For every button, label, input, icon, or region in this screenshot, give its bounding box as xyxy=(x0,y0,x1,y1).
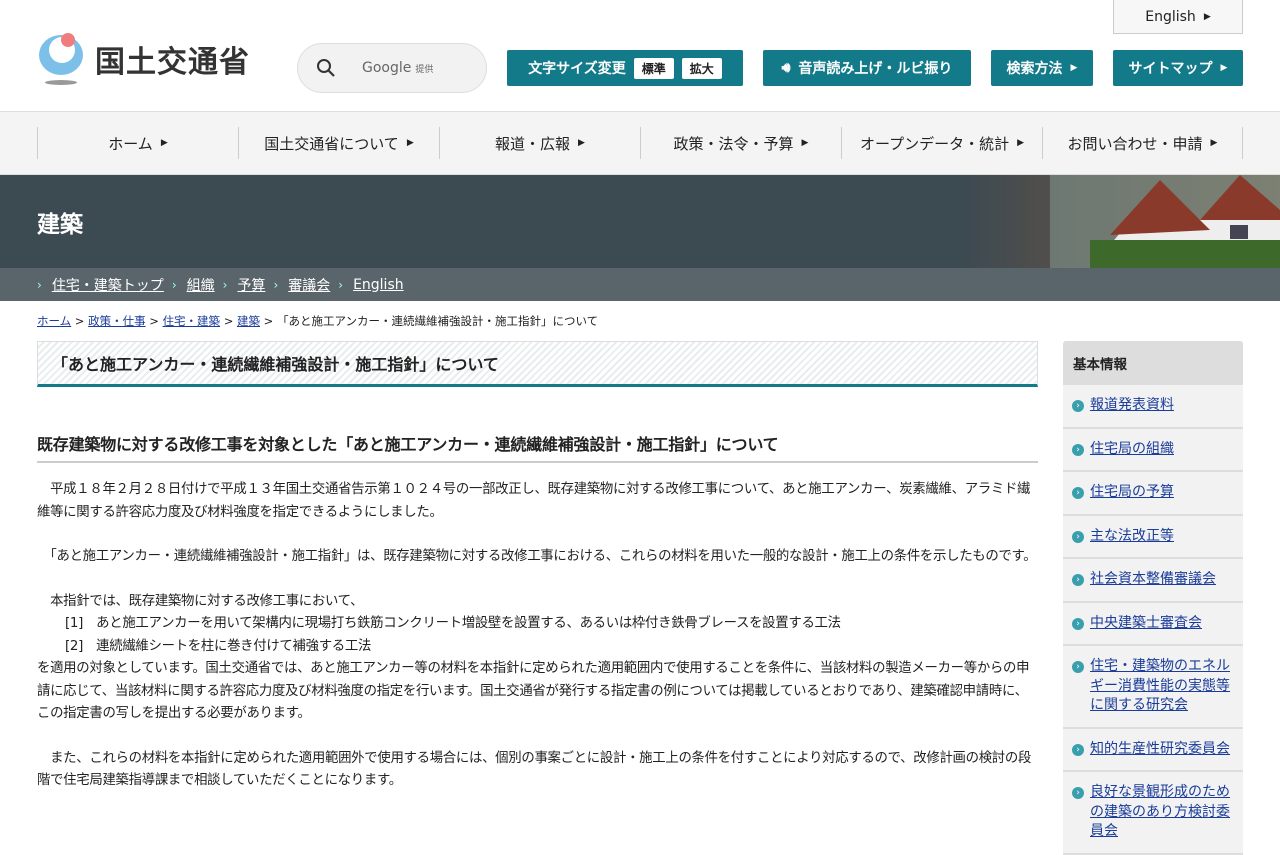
global-nav: ホーム ▶ 国土交通省について ▶ 報道・広報 ▶ 政策・法令・予算 ▶ オープンデータ… xyxy=(0,111,1280,175)
triangle-right-icon: ▶ xyxy=(406,138,414,148)
english-label: English xyxy=(1145,8,1196,25)
sitemap-button[interactable]: サイトマップ ▶ xyxy=(1113,50,1243,86)
chevron-circle-icon: › xyxy=(1072,443,1084,456)
nav-about[interactable]: 国土交通省について ▶ xyxy=(238,127,439,159)
triangle-right-icon: ▶ xyxy=(1203,11,1211,22)
section-banner: 建築 xyxy=(0,175,1280,268)
page-title: 「あと施工アンカー・連続繊維補強設計・施工指針」について xyxy=(37,341,1038,387)
voice-label: 音声読み上げ・ルビ振り xyxy=(798,61,953,77)
font-size-label: 文字サイズ変更 xyxy=(528,61,626,77)
sub-nav: › 住宅・建築トップ › 組織 › 予算 › 審議会 › English xyxy=(0,268,1280,301)
triangle-right-icon: ▶ xyxy=(1017,138,1025,148)
sidebar-item[interactable]: › 報道発表資料 xyxy=(1063,385,1243,429)
font-standard-button[interactable]: 標準 xyxy=(633,57,674,79)
subnav-council[interactable]: 審議会 xyxy=(288,275,330,295)
sidebar: 基本情報 › 報道発表資料 › 住宅局の組織 › 住宅局の予算 › 主な法改正等 › 社会… xyxy=(1063,341,1243,855)
sidebar-link[interactable]: 知的生産性研究委員会 xyxy=(1090,740,1230,760)
sidebar-link[interactable]: 住宅局の予算 xyxy=(1090,483,1174,503)
paragraph: また、これらの材料を本指針に定められた適用範囲外で使用する場合には、個別の事案ご… xyxy=(37,750,1032,789)
triangle-right-icon: ▶ xyxy=(1220,63,1228,73)
nav-contact[interactable]: お問い合わせ・申請 ▶ xyxy=(1042,127,1243,159)
sidebar-item[interactable]: › 住宅局の予算 xyxy=(1063,472,1243,516)
sidebar-link[interactable]: 良好な景観形成のための建築のあり方検討委員会 xyxy=(1090,783,1233,842)
triangle-right-icon: ▶ xyxy=(1210,138,1218,148)
breadcrumb-current: 「あと施工アンカー・連続繊維補強設計・施工指針」について xyxy=(276,314,599,328)
chevron-circle-icon: › xyxy=(1072,743,1084,756)
chevron-right-icon: › xyxy=(338,277,344,292)
sidebar-link[interactable]: 主な法改正等 xyxy=(1090,527,1174,547)
search-method-button[interactable]: 検索方法 ▶ xyxy=(991,50,1093,86)
section-title: 建築 xyxy=(37,212,83,238)
english-button[interactable]: English ▶ xyxy=(1113,0,1243,34)
paragraph: を適用の対象としています。国土交通省では、あと施工アンカー等の材料を本指針に定め… xyxy=(37,661,1030,721)
nav-press[interactable]: 報道・広報 ▶ xyxy=(439,127,640,159)
paragraph: 「あと施工アンカー・連続繊維補強設計・施工指針」は、既存建築物に対する改修工事に… xyxy=(37,549,1037,564)
sidebar-link[interactable]: 中央建築士審査会 xyxy=(1090,614,1202,634)
sidebar-item[interactable]: › 良好な景観形成のための建築のあり方検討委員会 xyxy=(1063,772,1243,855)
chevron-circle-icon: › xyxy=(1072,661,1084,673)
breadcrumb-housing[interactable]: 住宅・建築 xyxy=(163,314,221,328)
sidebar-link[interactable]: 住宅・建築物のエネルギー消費性能の実態等に関する研究会 xyxy=(1090,657,1233,716)
voice-ruby-button[interactable]: 🔊︎ 音声読み上げ・ルビ振り xyxy=(763,50,971,86)
logo-mark-icon xyxy=(37,33,85,85)
sidebar-item[interactable]: › 主な法改正等 xyxy=(1063,516,1243,559)
breadcrumb-policy[interactable]: 政策・仕事 xyxy=(88,314,146,328)
chevron-circle-icon: › xyxy=(1072,574,1084,586)
list-item: [1] あと施工アンカーを用いて架構内に現場打ち鉄筋コンクリート増設壁を設置する… xyxy=(65,616,841,631)
chevron-right-icon: › xyxy=(222,277,228,292)
paragraph: 平成１８年２月２８日付けで平成１３年国土交通省告示第１０２４号の一部改正し、既存… xyxy=(37,482,1031,520)
chevron-circle-icon: › xyxy=(1072,530,1084,543)
sidebar-link[interactable]: 報道発表資料 xyxy=(1090,396,1174,416)
sidebar-heading: 基本情報 xyxy=(1063,341,1243,385)
subnav-top[interactable]: 住宅・建築トップ xyxy=(52,275,164,295)
chevron-circle-icon: › xyxy=(1072,617,1084,630)
font-size-control: 文字サイズ変更 標準 拡大 xyxy=(507,50,743,86)
breadcrumb: ホーム > 政策・仕事 > 住宅・建築 > 建築 > 「あと施工アンカー・連続繊… xyxy=(37,314,599,328)
main-content: 「あと施工アンカー・連続繊維補強設計・施工指針」について 既存建築物に対する改修… xyxy=(37,341,1038,793)
nav-opendata[interactable]: オープンデータ・統計 ▶ xyxy=(841,127,1042,159)
sidebar-link[interactable]: 社会資本整備審議会 xyxy=(1090,570,1216,590)
breadcrumb-home[interactable]: ホーム xyxy=(37,314,71,328)
chevron-circle-icon: › xyxy=(1072,400,1084,412)
chevron-right-icon: › xyxy=(37,277,42,292)
triangle-right-icon: ▶ xyxy=(578,138,585,148)
search-icon xyxy=(317,59,335,77)
sidebar-item[interactable]: › 社会資本整備審議会 xyxy=(1063,559,1243,603)
house-image xyxy=(1050,175,1280,268)
subnav-org[interactable]: 組織 xyxy=(187,275,215,295)
chevron-right-icon: › xyxy=(171,277,177,292)
triangle-right-icon: ▶ xyxy=(1070,63,1078,73)
breadcrumb-building[interactable]: 建築 xyxy=(237,314,260,328)
ministry-logo[interactable]: 国土交通省 xyxy=(37,33,250,85)
sidebar-item[interactable]: › 住宅・建築物のエネルギー消費性能の実態等に関する研究会 xyxy=(1063,646,1243,729)
subnav-english[interactable]: English xyxy=(353,277,404,293)
chevron-right-icon: › xyxy=(273,277,279,292)
subnav-budget[interactable]: 予算 xyxy=(237,275,265,295)
list-item: [2] 連続繊維シートを柱に巻き付けて補強する工法 xyxy=(65,638,372,654)
logo-text: 国土交通省 xyxy=(95,45,250,80)
chevron-circle-icon: › xyxy=(1072,787,1084,799)
font-large-button[interactable]: 拡大 xyxy=(681,57,722,79)
sidebar-item[interactable]: › 住宅局の組織 xyxy=(1063,429,1243,472)
search-placeholder: Google 提供 xyxy=(362,60,434,76)
triangle-right-icon: ▶ xyxy=(801,138,809,148)
paragraph: 本指針では、既存建築物に対する改修工事において、 xyxy=(37,593,364,609)
search-method-label: 検索方法 xyxy=(1006,61,1063,77)
chevron-circle-icon: › xyxy=(1072,487,1084,499)
nav-policy[interactable]: 政策・法令・予算 ▶ xyxy=(640,127,841,159)
section-heading: 既存建築物に対する改修工事を対象とした「あと施工アンカー・連続繊維補強設計・施工… xyxy=(37,431,1038,463)
sidebar-item[interactable]: › 中央建築士審査会 xyxy=(1063,603,1243,646)
sidebar-item[interactable]: › 知的生産性研究委員会 xyxy=(1063,729,1243,772)
triangle-right-icon: ▶ xyxy=(160,138,168,148)
nav-home[interactable]: ホーム ▶ xyxy=(37,127,238,159)
sitemap-label: サイトマップ xyxy=(1128,61,1213,77)
sidebar-link[interactable]: 住宅局の組織 xyxy=(1090,440,1174,460)
search-box[interactable]: Google 提供 xyxy=(297,43,487,93)
speaker-icon: 🔊︎ xyxy=(781,60,791,76)
